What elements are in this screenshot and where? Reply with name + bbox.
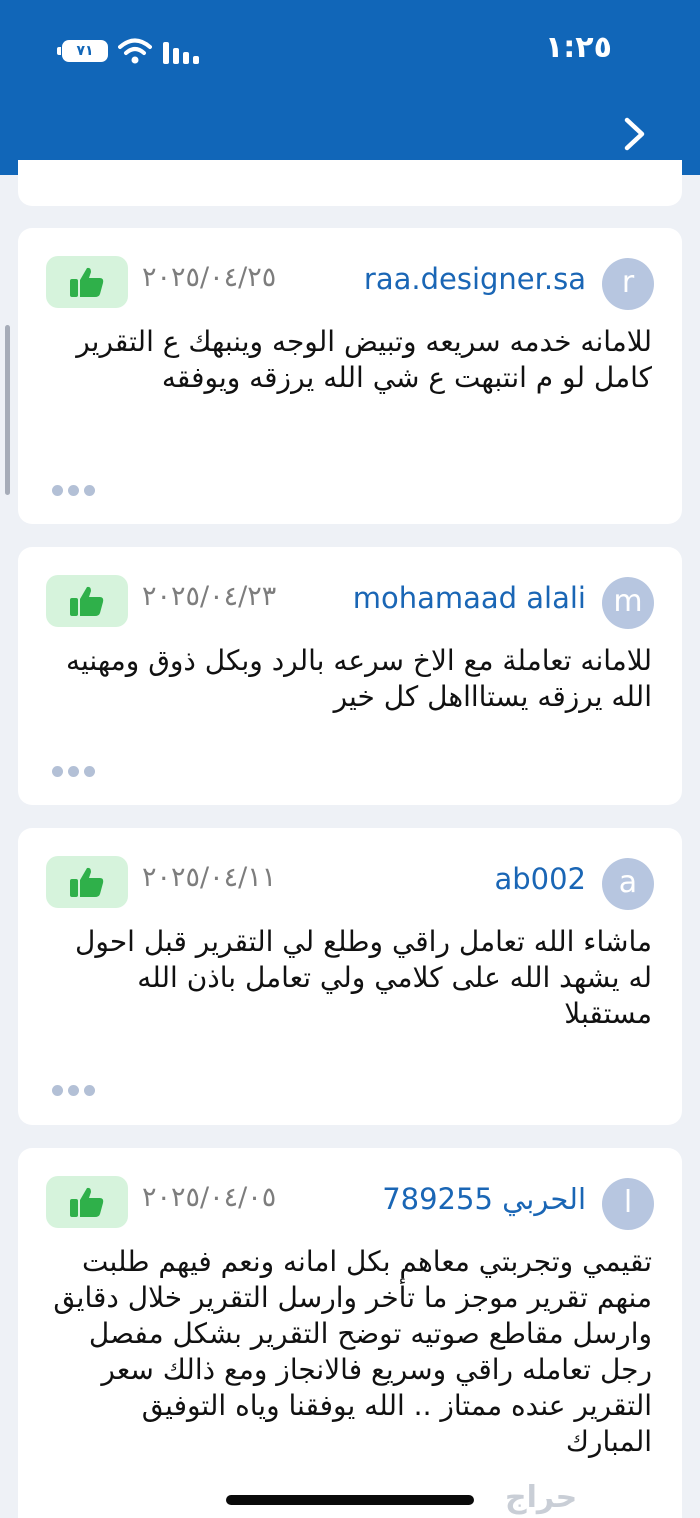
previous-review-card xyxy=(18,160,682,206)
thumbs-up-icon xyxy=(70,586,104,616)
scrollbar[interactable] xyxy=(5,325,10,495)
review-date: ٢٠٢٥/٠٤/٢٥ xyxy=(142,262,277,293)
review-card: ا الحربي 789255 ٢٠٢٥/٠٤/٠٥ تقيمي وتجربتي… xyxy=(18,1148,682,1518)
like-badge xyxy=(46,256,128,308)
more-dots-icon[interactable] xyxy=(52,481,102,496)
avatar[interactable]: ا xyxy=(602,1178,654,1230)
review-card: a ab002 ٢٠٢٥/٠٤/١١ ماشاء الله تعامل راقي… xyxy=(18,828,682,1125)
like-badge xyxy=(46,575,128,627)
review-header: m mohamaad alali ٢٠٢٥/٠٤/٢٣ xyxy=(18,575,682,629)
battery-indicator: ٧١ xyxy=(57,40,108,62)
review-card: m mohamaad alali ٢٠٢٥/٠٤/٢٣ للامانه تعام… xyxy=(18,547,682,805)
wifi-icon xyxy=(118,38,152,64)
thumbs-up-icon xyxy=(70,1187,104,1217)
review-date: ٢٠٢٥/٠٤/٢٣ xyxy=(142,581,277,612)
avatar[interactable]: m xyxy=(602,577,654,629)
cellular-signal-icon xyxy=(163,42,201,64)
review-card: r raa.designer.sa ٢٠٢٥/٠٤/٢٥ للامانه خدم… xyxy=(18,228,682,524)
review-header: a ab002 ٢٠٢٥/٠٤/١١ xyxy=(18,856,682,910)
app-header: ٧١ ١:٢٥ xyxy=(0,0,700,175)
avatar[interactable]: a xyxy=(602,858,654,910)
avatar[interactable]: r xyxy=(602,258,654,310)
review-username[interactable]: mohamaad alali xyxy=(353,581,586,615)
review-date: ٢٠٢٥/٠٤/١١ xyxy=(142,862,277,893)
review-username[interactable]: ab002 xyxy=(494,862,586,896)
more-dots-icon[interactable] xyxy=(52,1081,102,1096)
like-badge xyxy=(46,856,128,908)
more-dots-icon[interactable] xyxy=(52,762,102,777)
review-header: ا الحربي 789255 ٢٠٢٥/٠٤/٠٥ xyxy=(18,1176,682,1230)
review-text: ماشاء الله تعامل راقي وطلع لي التقرير قب… xyxy=(75,925,652,1030)
home-indicator[interactable] xyxy=(226,1495,474,1505)
thumbs-up-icon xyxy=(70,267,104,297)
like-badge xyxy=(46,1176,128,1228)
review-text: للامانه خدمه سريعه وتبيض الوجه وينبهك ع … xyxy=(76,325,652,394)
review-username[interactable]: raa.designer.sa xyxy=(364,262,586,296)
thumbs-up-icon xyxy=(70,867,104,897)
review-text: للامانه تعاملة مع الاخ سرعه بالرد وبكل ذ… xyxy=(65,644,652,713)
review-text: تقيمي وتجربتي معاهم بكل امانه ونعم فيهم … xyxy=(53,1245,652,1458)
review-header: r raa.designer.sa ٢٠٢٥/٠٤/٢٥ xyxy=(18,256,682,310)
status-time: ١:٢٥ xyxy=(545,30,612,65)
haraj-watermark: حراج xyxy=(505,1480,578,1515)
review-username[interactable]: الحربي 789255 xyxy=(382,1182,586,1216)
review-date: ٢٠٢٥/٠٤/٠٥ xyxy=(142,1182,277,1213)
chevron-right-icon[interactable] xyxy=(614,112,654,156)
